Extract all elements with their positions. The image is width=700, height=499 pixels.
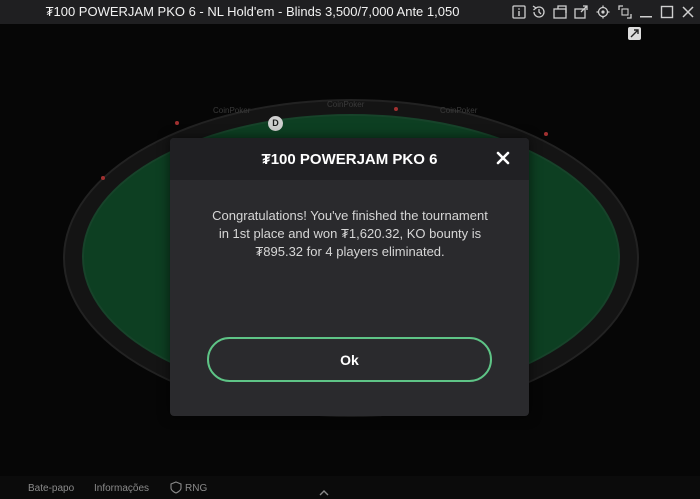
tab-info[interactable]: Informações [94,483,149,494]
bottom-bar: Bate-papo Informações RNG [0,476,700,499]
chevron-up-icon[interactable] [318,483,330,496]
rail-brand-text: CoinPoker [327,100,365,109]
rail-brand-text: CoinPoker [213,106,251,115]
seat-marker [394,107,398,111]
tournament-result-dialog: ₮100 POWERJAM PKO 6 Congratulations! You… [170,138,529,416]
dealer-button: D [268,116,283,131]
rail-brand-text: CoinPoker [440,106,478,115]
window-title: ₮100 POWERJAM PKO 6 - NL Hold'em - Blind… [45,4,460,19]
settings-icon[interactable] [595,4,611,20]
minimize-icon[interactable] [638,4,654,20]
resize-icon[interactable] [617,4,633,20]
close-icon[interactable] [496,151,510,165]
dialog-title: ₮100 POWERJAM PKO 6 [261,151,438,168]
share-icon[interactable] [573,4,589,20]
info-icon[interactable] [511,4,527,20]
close-window-icon[interactable] [680,4,696,20]
expand-icon[interactable] [628,27,641,40]
dialog-message: Congratulations! You've finished the tou… [212,208,488,259]
seat-marker [101,176,105,180]
seat-marker [175,121,179,125]
window-titlebar: ₮100 POWERJAM PKO 6 - NL Hold'em - Blind… [0,0,700,24]
lobby-icon[interactable] [552,4,568,20]
seat-marker [544,132,548,136]
maximize-icon[interactable] [659,4,675,20]
ok-button[interactable]: Ok [207,337,492,382]
tab-rng[interactable]: RNG [185,483,207,494]
tab-chat[interactable]: Bate-papo [28,483,74,494]
shield-icon [170,481,182,494]
history-icon[interactable] [531,4,547,20]
dialog-header: ₮100 POWERJAM PKO 6 [170,138,529,180]
